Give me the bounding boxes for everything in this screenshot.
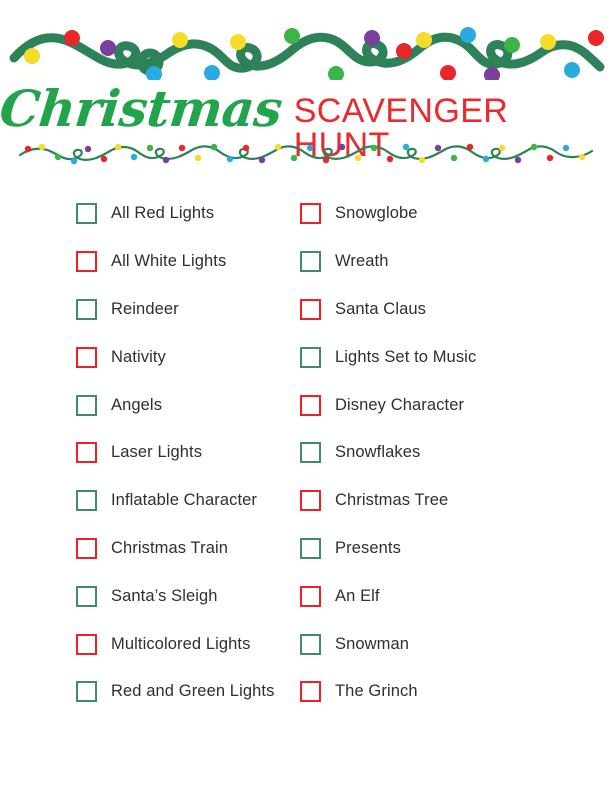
list-item-label: Lights Set to Music [335,347,477,366]
list-item[interactable]: Christmas Train [76,525,285,573]
list-item[interactable]: Multicolored Lights [76,620,285,668]
list-item[interactable]: Lights Set to Music [300,333,570,381]
list-item[interactable]: The Grinch [300,668,570,716]
checklist-column-left: All Red Lights All White Lights Reindeer… [0,190,285,716]
list-item[interactable]: Snowflakes [300,429,570,477]
list-item[interactable]: Presents [300,525,570,573]
checkbox[interactable] [300,394,321,416]
list-item-label: Snowglobe [335,204,418,223]
checkbox[interactable] [300,633,321,655]
list-item[interactable]: All White Lights [76,238,285,286]
list-item-label: Wreath [335,252,389,271]
scavenger-hunt-checklist: All Red Lights All White Lights Reindeer… [0,190,612,716]
printable-page: Christmas SCAVENGER HUNT [0,0,612,792]
checkbox[interactable] [76,537,97,559]
list-item-label: The Grinch [335,682,418,701]
checkbox[interactable] [76,394,97,416]
list-item[interactable]: Wreath [300,238,570,286]
checkbox[interactable] [76,633,97,655]
list-item-label: Disney Character [335,395,465,414]
checkbox[interactable] [300,537,321,559]
list-item[interactable]: Christmas Tree [300,477,570,525]
checkbox[interactable] [76,442,97,464]
christmas-string-lights-icon [18,143,594,165]
list-item-label: Multicolored Lights [111,634,251,653]
list-item-label: Christmas Tree [335,491,449,510]
list-item-label: Reindeer [111,299,179,318]
list-item[interactable]: Santa Claus [300,286,570,334]
list-item-label: Nativity [111,347,166,366]
list-item-label: Laser Lights [111,443,203,462]
list-item[interactable]: Nativity [76,333,285,381]
checkbox[interactable] [300,681,321,703]
checkbox[interactable] [76,203,97,225]
checkbox[interactable] [300,203,321,225]
list-item-label: Red and Green Lights [111,682,275,701]
list-item-label: Christmas Train [111,538,229,557]
list-item-label: All Red Lights [111,204,215,223]
checkbox[interactable] [76,681,97,703]
checklist-column-right: Snowglobe Wreath Santa Claus Lights Set … [285,190,570,716]
list-item-label: Inflatable Character [111,491,257,510]
checkbox[interactable] [300,585,321,607]
checkbox[interactable] [300,490,321,512]
list-item-label: Santa Claus [335,299,426,318]
list-item[interactable]: Red and Green Lights [76,668,285,716]
checkbox[interactable] [76,251,97,273]
list-item[interactable]: All Red Lights [76,190,285,238]
list-item[interactable]: Snowman [300,620,570,668]
checkbox[interactable] [76,585,97,607]
list-item[interactable]: Laser Lights [76,429,285,477]
list-item[interactable]: Disney Character [300,381,570,429]
checkbox[interactable] [300,346,321,368]
list-item-label: Snowman [335,634,410,653]
list-item[interactable]: Santa’s Sleigh [76,572,285,620]
checkbox[interactable] [300,442,321,464]
list-item[interactable]: Inflatable Character [76,477,285,525]
list-item-label: Angels [111,395,163,414]
page-title: Christmas SCAVENGER HUNT [0,79,612,162]
list-item[interactable]: An Elf [300,572,570,620]
checkbox[interactable] [76,298,97,320]
list-item-label: Presents [335,538,401,557]
title-script-christmas: Christmas [0,79,285,138]
list-item[interactable]: Reindeer [76,286,285,334]
list-item-label: Santa’s Sleigh [111,586,218,605]
checkbox[interactable] [76,490,97,512]
list-item-label: Snowflakes [335,443,421,462]
list-item[interactable]: Angels [76,381,285,429]
christmas-lights-garland-icon [9,27,605,80]
checkbox[interactable] [300,298,321,320]
list-item-label: All White Lights [111,252,227,271]
checkbox[interactable] [300,251,321,273]
list-item[interactable]: Snowglobe [300,190,570,238]
checkbox[interactable] [76,346,97,368]
list-item-label: An Elf [335,586,380,605]
